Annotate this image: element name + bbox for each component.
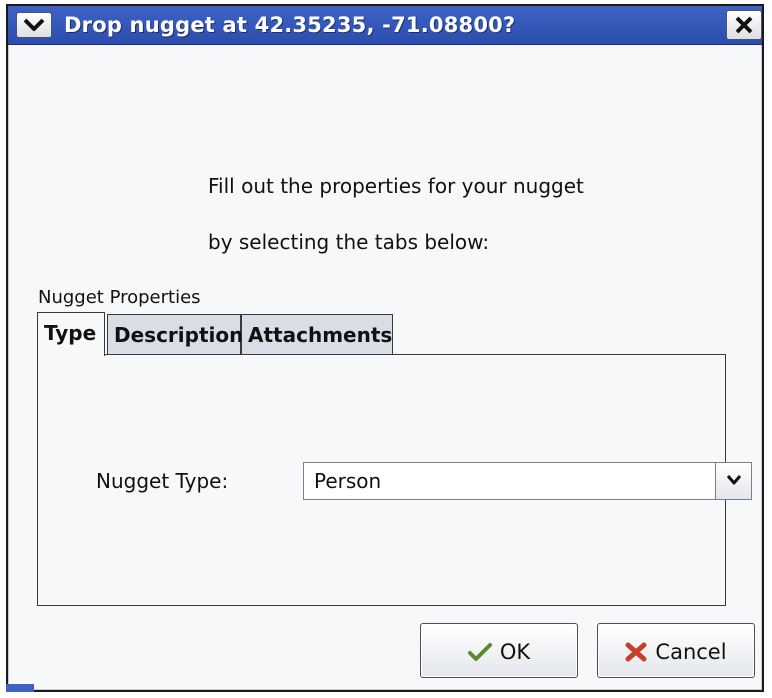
close-button[interactable]	[726, 10, 762, 40]
window-title: Drop nugget at 42.35235, -71.08800?	[64, 13, 516, 37]
nugget-type-value: Person	[314, 469, 382, 493]
chevron-down-icon	[23, 18, 45, 31]
tab-type[interactable]: Type	[37, 312, 105, 356]
title-bar[interactable]: Drop nugget at 42.35235, -71.08800?	[8, 6, 762, 45]
nugget-type-label: Nugget Type:	[96, 469, 229, 493]
chevron-down-icon	[726, 475, 742, 485]
tab-attachments[interactable]: Attachments	[241, 314, 393, 354]
close-icon	[735, 16, 753, 34]
cancel-label: Cancel	[655, 640, 727, 664]
cancel-button[interactable]: Cancel	[597, 623, 755, 678]
nugget-type-select[interactable]: Person	[303, 462, 752, 500]
dropdown-button[interactable]	[715, 463, 751, 499]
checkmark-icon	[467, 643, 492, 661]
window-resize-corner[interactable]	[6, 684, 34, 692]
window-menu-button[interactable]	[16, 12, 52, 38]
instruction-text: Fill out the properties for your nugget …	[208, 144, 584, 284]
instruction-line-1: Fill out the properties for your nugget	[208, 174, 584, 198]
cancel-x-icon	[625, 642, 647, 662]
tab-description[interactable]: Description	[107, 314, 243, 354]
group-label: Nugget Properties	[38, 287, 201, 308]
ok-label: OK	[499, 640, 531, 664]
instruction-line-2: by selecting the tabs below:	[208, 230, 490, 254]
ok-button[interactable]: OK	[420, 623, 578, 678]
